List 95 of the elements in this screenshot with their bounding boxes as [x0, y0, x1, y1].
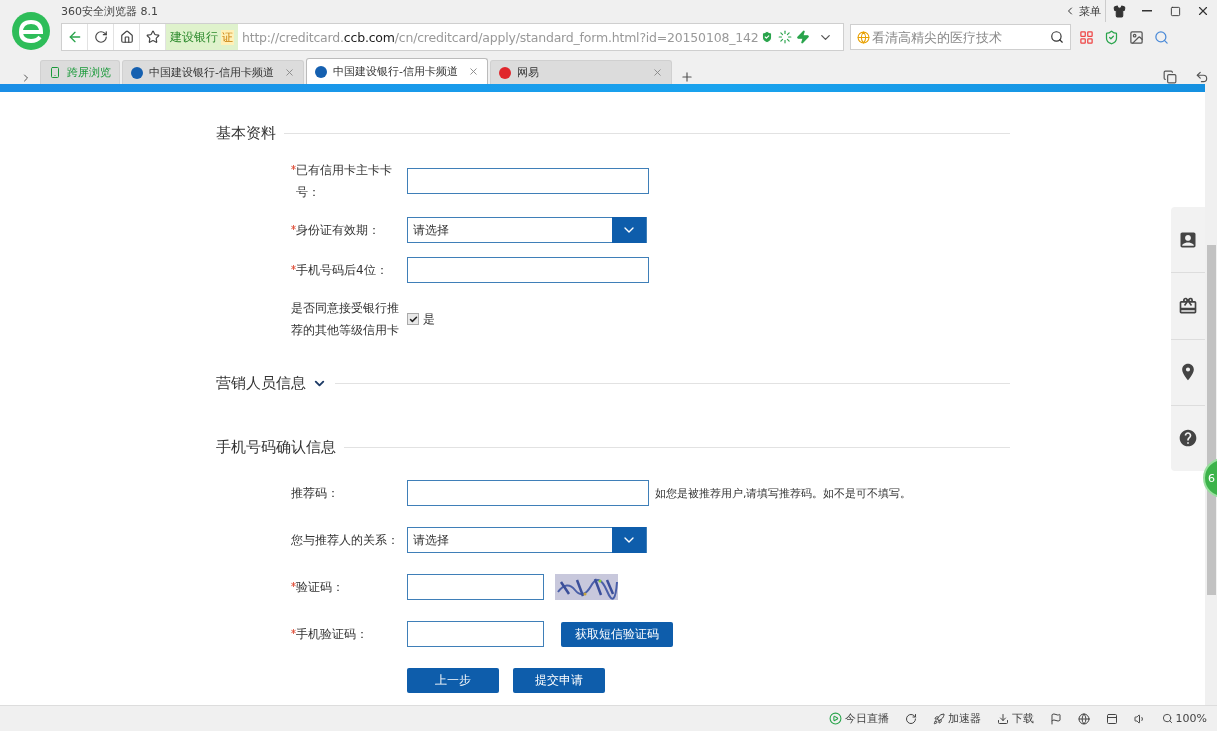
- close-icon: [652, 67, 663, 78]
- spinner-button[interactable]: [778, 30, 793, 44]
- windows-icon: [1163, 70, 1177, 84]
- lightning-button[interactable]: [796, 30, 811, 44]
- browser-tab[interactable]: 中国建设银行-信用卡频道: [306, 58, 488, 84]
- search-engine-icon: [857, 30, 870, 44]
- text-field[interactable]: [407, 621, 544, 647]
- text-field[interactable]: [407, 257, 649, 283]
- shield-icon: [1104, 29, 1119, 45]
- section-title: 手机号码确认信息: [216, 437, 336, 457]
- select-dropdown[interactable]: 请选择: [407, 527, 647, 553]
- form-button[interactable]: 提交申请: [513, 668, 605, 693]
- live-button[interactable]: 今日直播: [828, 711, 889, 726]
- search-button[interactable]: [1154, 29, 1169, 45]
- select-dropdown[interactable]: 请选择: [407, 217, 647, 243]
- lightning-icon: [796, 30, 811, 44]
- checkbox-label: 是: [423, 310, 435, 328]
- rocket-icon: [932, 712, 945, 725]
- field-label: 推荐码：: [291, 485, 340, 502]
- new-tab-button[interactable]: [680, 70, 694, 84]
- maximize-icon: [1169, 5, 1181, 17]
- menu-button[interactable]: 菜单: [1059, 0, 1105, 22]
- flag-icon: [1049, 712, 1062, 725]
- browser-tab[interactable]: 网易: [490, 60, 672, 84]
- scrollbar[interactable]: [1205, 92, 1217, 705]
- search-bar[interactable]: 看清高精尖的医疗技术: [850, 24, 1071, 50]
- plus-icon: [680, 70, 694, 84]
- form-button[interactable]: 上一步: [407, 668, 499, 693]
- field-label: 身份证有效期：: [291, 219, 401, 241]
- accelerator-button[interactable]: 加速器: [932, 711, 981, 726]
- close-icon: [1196, 4, 1210, 18]
- image-icon: [1129, 29, 1144, 45]
- required-icon: [291, 225, 296, 230]
- field-label: 手机验证码：: [291, 623, 401, 645]
- undo-button[interactable]: [1195, 70, 1209, 84]
- url-field[interactable]: http://creditcard.ccb.com/cn/creditcard/apply/standard_form.html?id=20150108_142: [242, 29, 759, 45]
- section-title: 营销人员信息: [216, 373, 306, 393]
- shield-button[interactable]: [760, 30, 775, 44]
- field-label: 您与推荐人的关系：: [291, 532, 400, 549]
- minimize-icon: [1142, 10, 1152, 12]
- close-icon: [284, 67, 295, 78]
- search-icon: [1154, 29, 1169, 45]
- window-button[interactable]: [1105, 712, 1118, 725]
- windows-button[interactable]: [1163, 70, 1177, 84]
- globe-button[interactable]: [1077, 712, 1090, 725]
- phone-icon: [49, 66, 61, 79]
- home-icon: [119, 30, 134, 44]
- browser-tab[interactable]: 中国建设银行-信用卡频道: [122, 60, 304, 84]
- window-icon: [1105, 712, 1118, 725]
- zoom-button[interactable]: 100%: [1161, 712, 1207, 725]
- browser-logo-icon: [11, 11, 51, 51]
- field-label: 是否同意接受银行推荐的其他等级信用卡: [291, 300, 400, 339]
- shield-icon: [760, 30, 775, 44]
- window-title: 360安全浏览器 8.1: [61, 3, 158, 19]
- refresh-icon: [904, 712, 917, 725]
- zoom-icon: [1161, 713, 1173, 724]
- shirt-icon: [1113, 4, 1126, 18]
- get-code-button[interactable]: 获取短信验证码: [561, 621, 673, 647]
- search-icon: [1050, 30, 1064, 44]
- text-field[interactable]: [407, 168, 649, 194]
- section-title: 基本资料: [216, 123, 276, 143]
- image-button[interactable]: [1129, 29, 1144, 45]
- speaker-button[interactable]: [1133, 712, 1146, 725]
- close-icon: [468, 66, 479, 77]
- text-field[interactable]: [407, 574, 544, 600]
- play-icon: [828, 712, 842, 725]
- check-icon: [408, 314, 418, 324]
- undo-icon: [1195, 70, 1209, 84]
- site-badge[interactable]: 建设银行 证: [166, 24, 238, 50]
- required-icon: [291, 265, 296, 270]
- refresh-icon: [93, 30, 108, 44]
- download-button[interactable]: 下载: [996, 711, 1034, 726]
- refresh-button[interactable]: [904, 712, 917, 725]
- cert-badge: 证: [221, 29, 234, 45]
- apps-button[interactable]: [1079, 29, 1094, 45]
- apps-icon: [1079, 29, 1094, 45]
- hint-text: 如您是被推荐用户,请填写推荐码。如不是可不填写。: [655, 485, 912, 501]
- globe-icon: [1077, 712, 1090, 725]
- help-icon: [1178, 428, 1198, 449]
- field-label: 已有信用卡主卡卡号：: [291, 159, 401, 203]
- shield-button[interactable]: [1104, 29, 1119, 45]
- spinner-icon: [778, 30, 793, 44]
- star-icon: [145, 30, 160, 44]
- required-icon: [291, 582, 296, 587]
- captcha-image[interactable]: [555, 574, 618, 600]
- speaker-icon: [1133, 712, 1146, 725]
- text-field[interactable]: [407, 480, 649, 506]
- field-label: 手机号码后4位：: [291, 259, 401, 281]
- required-icon: [291, 629, 296, 634]
- checkbox[interactable]: [407, 313, 419, 325]
- required-icon: [291, 165, 296, 170]
- gift-icon: [1178, 295, 1198, 316]
- field-label: 验证码：: [291, 576, 401, 598]
- download-icon: [996, 712, 1009, 725]
- flag-button[interactable]: [1049, 712, 1062, 725]
